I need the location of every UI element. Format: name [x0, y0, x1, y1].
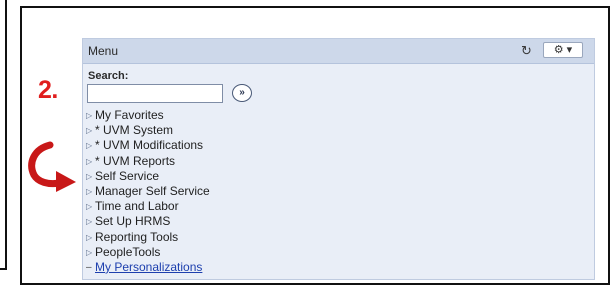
previous-frame-border	[0, 0, 7, 270]
menu-item-self-service[interactable]: ▷ Self Service	[86, 169, 210, 184]
menu-header: Menu ↻ ⚙ ▾	[83, 39, 594, 64]
expand-triangle-icon: ▷	[86, 156, 93, 166]
search-input[interactable]	[87, 84, 223, 103]
menu-options-button[interactable]: ⚙ ▾	[543, 42, 583, 58]
menu-item-label: * UVM System	[95, 123, 174, 138]
curved-arrow-icon	[28, 141, 76, 192]
menu-title: Menu	[88, 44, 119, 58]
expand-triangle-icon: ▷	[86, 202, 93, 212]
menu-item-reporting-tools[interactable]: ▷ Reporting Tools	[86, 230, 210, 245]
menu-item-time-and-labor[interactable]: ▷ Time and Labor	[86, 199, 210, 214]
expand-triangle-icon: ▷	[86, 126, 93, 136]
expand-triangle-icon: ▷	[86, 111, 93, 120]
menu-item-my-personalizations[interactable]: – My Personalizations	[86, 260, 210, 275]
menu-panel: Menu ↻ ⚙ ▾ Search: » ▷ My Favorites ▷ * …	[82, 38, 595, 280]
expand-triangle-icon: ▷	[86, 217, 93, 227]
expand-triangle-icon: ▷	[86, 141, 93, 151]
menu-item-label: My Favorites	[95, 108, 164, 122]
menu-item-label: Time and Labor	[95, 199, 179, 214]
dash-bullet-icon: –	[86, 261, 92, 273]
expand-triangle-icon: ▷	[86, 171, 93, 181]
refresh-icon[interactable]: ↻	[521, 43, 532, 59]
menu-item-label: Set Up HRMS	[95, 214, 171, 229]
menu-item-uvm-modifications[interactable]: ▷ * UVM Modifications	[86, 138, 210, 153]
expand-triangle-icon: ▷	[86, 247, 93, 257]
menu-item-label: * UVM Reports	[95, 153, 176, 168]
menu-item-manager-self-service[interactable]: ▷ Manager Self Service	[86, 184, 210, 199]
menu-item-uvm-system[interactable]: ▷ * UVM System	[86, 123, 210, 138]
menu-item-uvm-reports[interactable]: ▷ * UVM Reports	[86, 154, 210, 169]
menu-item-label: * UVM Modifications	[95, 138, 204, 153]
expand-triangle-icon: ▷	[86, 186, 93, 196]
search-go-button[interactable]: »	[232, 84, 252, 102]
my-personalizations-link[interactable]: My Personalizations	[95, 260, 202, 275]
menu-item-label: PeopleTools	[95, 244, 161, 259]
menu-item-label: Self Service	[95, 168, 160, 183]
menu-item-my-favorites[interactable]: ▷ My Favorites	[86, 108, 210, 123]
menu-item-label: Manager Self Service	[95, 183, 210, 198]
gear-icon: ⚙ ▾	[553, 44, 573, 56]
menu-item-peopletools[interactable]: ▷ PeopleTools	[86, 245, 210, 260]
menu-item-label: Reporting Tools	[95, 229, 179, 244]
menu-list: ▷ My Favorites ▷ * UVM System ▷ * UVM Mo…	[86, 108, 210, 275]
double-chevron-right-icon: »	[239, 87, 245, 98]
expand-triangle-icon: ▷	[86, 232, 93, 242]
menu-item-set-up-hrms[interactable]: ▷ Set Up HRMS	[86, 214, 210, 229]
step-number-label: 2.	[38, 76, 58, 104]
search-label: Search:	[88, 70, 129, 82]
